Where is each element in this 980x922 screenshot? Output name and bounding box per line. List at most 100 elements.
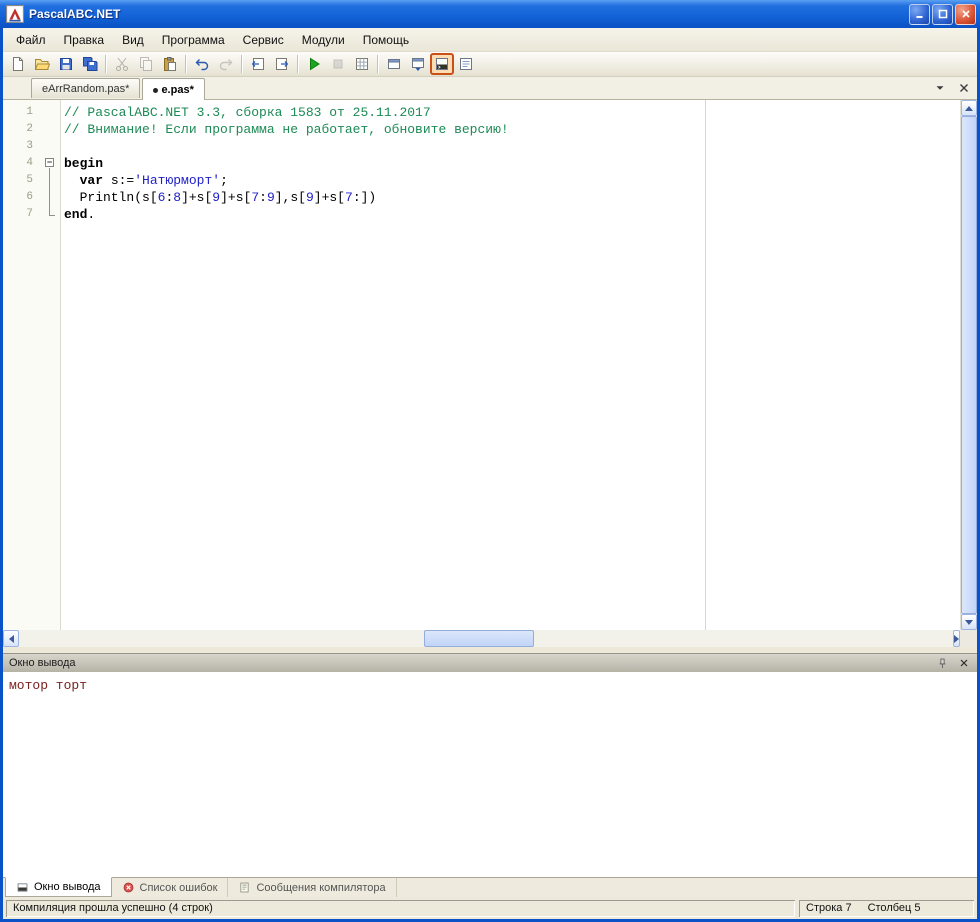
menu-bar: ФайлПравкаВидПрограммаСервисМодулиПомощь bbox=[3, 28, 977, 52]
editor-vertical-scrollbar[interactable] bbox=[960, 100, 977, 630]
nav-forward-icon bbox=[274, 56, 290, 72]
code-token: ; bbox=[220, 173, 228, 188]
line-number: 2 bbox=[3, 121, 43, 138]
window-tasks-button[interactable] bbox=[454, 53, 478, 75]
fold-margin bbox=[43, 121, 61, 138]
code-rows: 1 // PascalABC.NET 3.3, сборка 1583 от 25… bbox=[3, 100, 960, 223]
code-token: // Внимание! Если программа не работает,… bbox=[64, 122, 509, 137]
code-text: // PascalABC.NET 3.3, сборка 1583 от 25.… bbox=[61, 104, 431, 121]
scroll-right-button[interactable] bbox=[953, 630, 960, 647]
code-token: :]) bbox=[353, 190, 376, 205]
fold-margin bbox=[43, 172, 61, 189]
menu-item-service[interactable]: Сервис bbox=[234, 30, 293, 50]
nav-forward-button[interactable] bbox=[270, 53, 294, 75]
horizontal-scroll-thumb[interactable] bbox=[424, 630, 534, 647]
toggle-output-button[interactable] bbox=[430, 53, 454, 75]
new-file-button[interactable] bbox=[6, 53, 30, 75]
tabs: eArrRandom.pas* e.pas* bbox=[31, 78, 207, 99]
scroll-down-button[interactable] bbox=[961, 614, 977, 630]
window-controls bbox=[909, 4, 976, 25]
menu-item-edit[interactable]: Правка bbox=[55, 30, 114, 50]
arrow-right-icon bbox=[954, 635, 959, 643]
menu-item-program[interactable]: Программа bbox=[153, 30, 234, 50]
bottom-tab-output[interactable]: Окно вывода bbox=[5, 877, 112, 897]
output-text: мотор торт bbox=[3, 672, 977, 699]
tab-label: eArrRandom.pas* bbox=[42, 83, 129, 95]
tab-close-button[interactable] bbox=[957, 81, 971, 95]
new-file-icon bbox=[10, 56, 26, 72]
code-token: // PascalABC.NET 3.3, сборка 1583 от 25.… bbox=[64, 105, 431, 120]
code-text bbox=[61, 138, 64, 155]
code-token: : bbox=[259, 190, 267, 205]
code-line-3[interactable]: 3 bbox=[3, 138, 960, 155]
menu-item-help[interactable]: Помощь bbox=[354, 30, 418, 50]
cut-button bbox=[110, 53, 134, 75]
pin-panel-button[interactable] bbox=[935, 656, 950, 671]
stop-button bbox=[326, 53, 350, 75]
code-line-7[interactable]: 7end. bbox=[3, 206, 960, 223]
tab-list-dropdown-button[interactable] bbox=[933, 81, 947, 95]
bottom-tab-errors[interactable]: Список ошибок bbox=[112, 878, 229, 897]
scroll-up-button[interactable] bbox=[961, 100, 977, 116]
toggle-output-icon bbox=[434, 56, 450, 72]
code-line-6[interactable]: 6 Println(s[6:8]+s[9]+s[7:9],s[9]+s[7:]) bbox=[3, 189, 960, 206]
vertical-scroll-thumb[interactable] bbox=[961, 116, 977, 614]
compile-button[interactable] bbox=[350, 53, 374, 75]
menu-item-file[interactable]: Файл bbox=[7, 30, 55, 50]
paste-button[interactable] bbox=[158, 53, 182, 75]
arrow-left-icon bbox=[9, 635, 14, 643]
bottom-tab-label: Список ошибок bbox=[140, 882, 218, 894]
close-button[interactable] bbox=[955, 4, 976, 25]
minimize-button[interactable] bbox=[909, 4, 930, 25]
fold-toggle[interactable]: − bbox=[43, 155, 61, 172]
output-panel-header: Окно вывода bbox=[3, 653, 977, 672]
maximize-button[interactable] bbox=[932, 4, 953, 25]
redo-icon bbox=[218, 56, 234, 72]
title-bar: PascalABC.NET bbox=[0, 0, 980, 28]
scrollbar-corner bbox=[960, 630, 977, 647]
run-button[interactable] bbox=[302, 53, 326, 75]
menu-item-modules[interactable]: Модули bbox=[293, 30, 354, 50]
code-line-1[interactable]: 1 // PascalABC.NET 3.3, сборка 1583 от 25… bbox=[3, 104, 960, 121]
compiler-messages-icon bbox=[238, 881, 251, 894]
save-all-button[interactable] bbox=[78, 53, 102, 75]
line-number: 4 bbox=[3, 155, 43, 172]
code-line-2[interactable]: 2 // Внимание! Если программа не работает… bbox=[3, 121, 960, 138]
open-file-button[interactable] bbox=[30, 53, 54, 75]
code-text: var s:='Натюрморт'; bbox=[61, 172, 228, 189]
pin-icon bbox=[936, 657, 949, 670]
output-panel-content[interactable]: мотор торт bbox=[3, 672, 977, 877]
modified-dot-icon bbox=[153, 88, 158, 93]
tab-e[interactable]: e.pas* bbox=[142, 78, 204, 100]
tab-earrrandom[interactable]: eArrRandom.pas* bbox=[31, 78, 140, 98]
open-file-icon bbox=[34, 56, 50, 72]
window-form-button[interactable] bbox=[382, 53, 406, 75]
code-line-4[interactable]: 4−begin bbox=[3, 155, 960, 172]
redo-button bbox=[214, 53, 238, 75]
menu-item-view[interactable]: Вид bbox=[113, 30, 153, 50]
code-token bbox=[64, 173, 80, 188]
undo-button[interactable] bbox=[190, 53, 214, 75]
window-modules-button[interactable] bbox=[406, 53, 430, 75]
line-number: 5 bbox=[3, 172, 43, 189]
fold-collapse-icon[interactable]: − bbox=[45, 158, 54, 167]
toolbar-separator bbox=[105, 55, 107, 73]
run-icon bbox=[306, 56, 322, 72]
tab-strip: eArrRandom.pas* e.pas* bbox=[3, 77, 977, 100]
close-panel-button[interactable] bbox=[956, 656, 971, 671]
editor-horizontal-scrollbar[interactable] bbox=[3, 630, 960, 647]
nav-back-button[interactable] bbox=[246, 53, 270, 75]
window-form-icon bbox=[386, 56, 402, 72]
arrow-down-icon bbox=[965, 620, 973, 625]
save-file-button[interactable] bbox=[54, 53, 78, 75]
code-editor[interactable]: 1 // PascalABC.NET 3.3, сборка 1583 от 25… bbox=[3, 100, 960, 630]
code-line-5[interactable]: 5 var s:='Натюрморт'; bbox=[3, 172, 960, 189]
scroll-left-button[interactable] bbox=[3, 630, 19, 647]
horizontal-scrollbar-row bbox=[3, 630, 977, 647]
line-number: 7 bbox=[3, 206, 43, 223]
maximize-icon bbox=[938, 9, 948, 19]
code-text: Println(s[6:8]+s[9]+s[7:9],s[9]+s[7:]) bbox=[61, 189, 376, 206]
bottom-tab-compiler-messages[interactable]: Сообщения компилятора bbox=[228, 878, 396, 897]
line-number: 1 bbox=[3, 104, 43, 121]
bottom-tab-label: Окно вывода bbox=[34, 881, 101, 893]
